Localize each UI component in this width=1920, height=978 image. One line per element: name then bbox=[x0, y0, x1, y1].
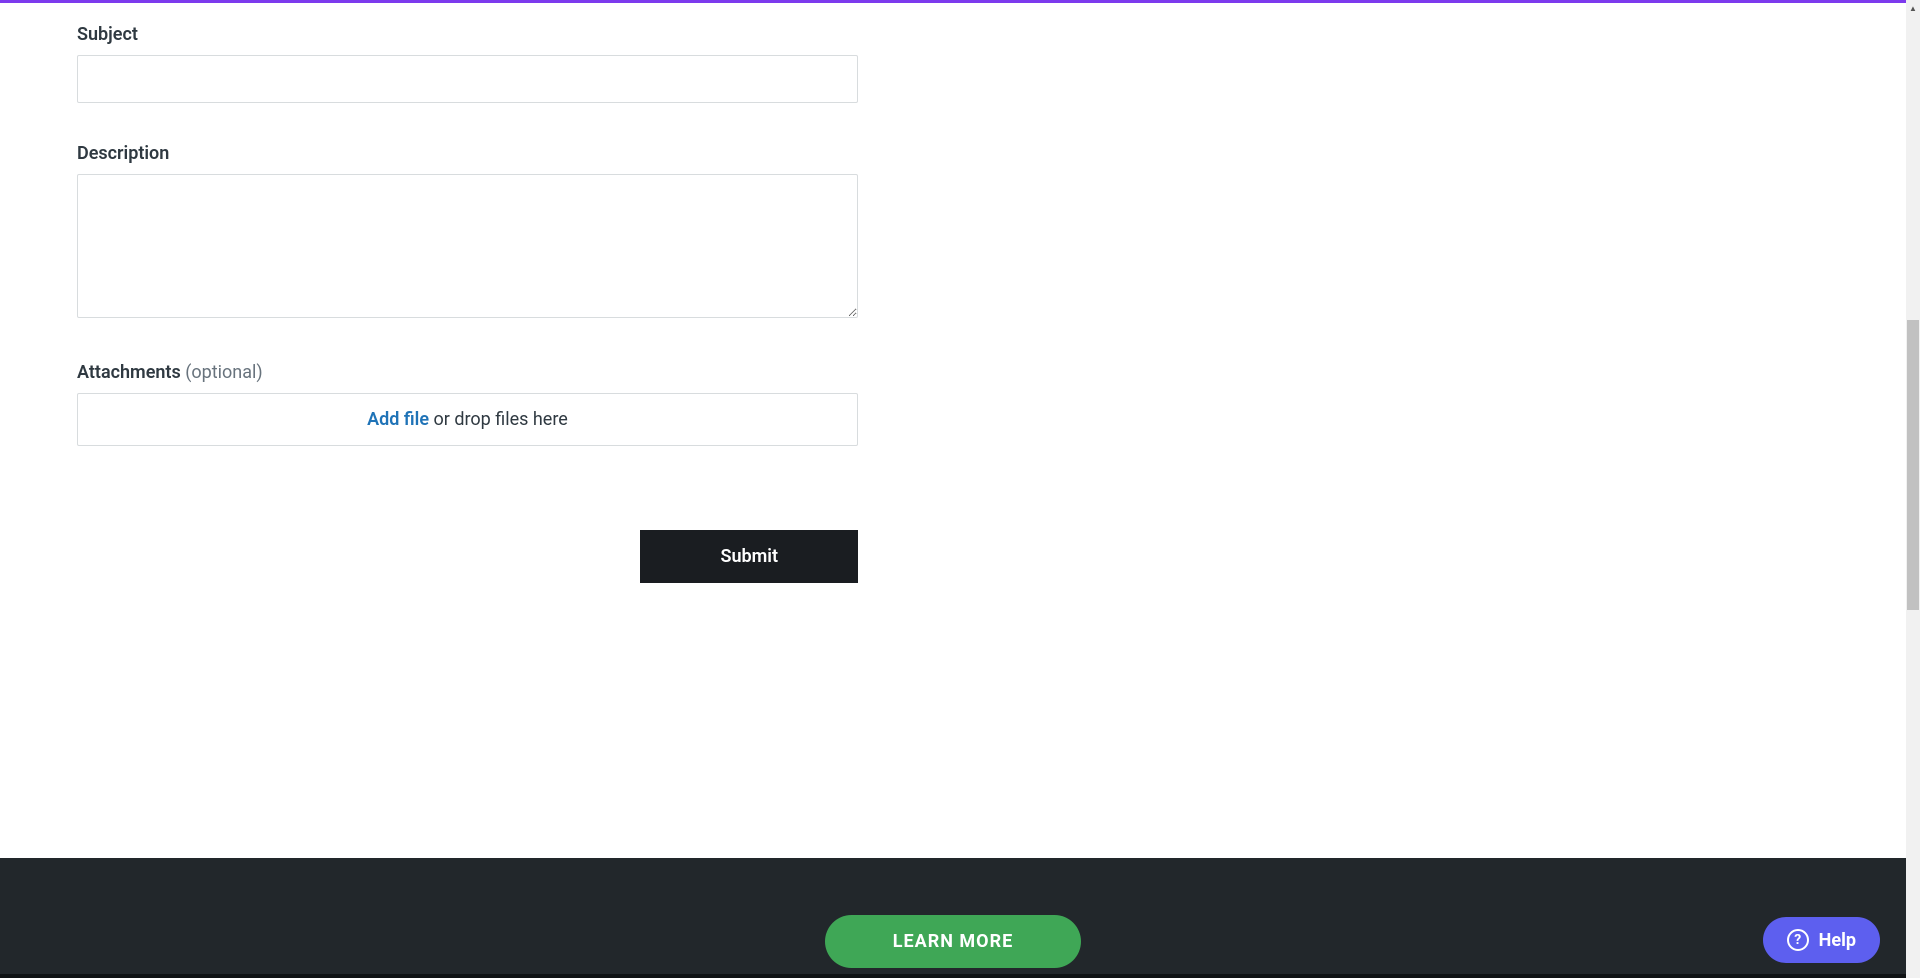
attachments-label: Attachments (optional) bbox=[77, 362, 858, 383]
description-field-group: Description bbox=[77, 143, 858, 322]
footer-bottom-stripe bbox=[0, 974, 1906, 978]
subject-field-group: Subject bbox=[77, 24, 858, 103]
scrollbar-track[interactable]: ▲ bbox=[1906, 0, 1920, 978]
drop-files-hint: or drop files here bbox=[429, 409, 568, 430]
subject-label: Subject bbox=[77, 24, 858, 45]
top-accent-border bbox=[0, 0, 1906, 3]
attachments-label-text: Attachments bbox=[77, 362, 181, 383]
learn-more-button[interactable]: LEARN MORE bbox=[825, 915, 1082, 968]
description-textarea[interactable] bbox=[77, 174, 858, 318]
subject-input[interactable] bbox=[77, 55, 858, 103]
help-label: Help bbox=[1819, 930, 1856, 951]
question-mark-icon: ? bbox=[1787, 929, 1809, 951]
page-footer: LEARN MORE bbox=[0, 858, 1906, 978]
scrollbar-up-button[interactable]: ▲ bbox=[1906, 0, 1920, 17]
submit-button[interactable]: Submit bbox=[640, 530, 858, 583]
description-label: Description bbox=[77, 143, 858, 164]
attachments-field-group: Attachments (optional) Add file or drop … bbox=[77, 362, 858, 446]
submit-row: Submit bbox=[77, 530, 858, 583]
add-file-link[interactable]: Add file bbox=[367, 409, 429, 430]
form-container: Subject Description Attachments (optiona… bbox=[0, 0, 935, 583]
attachments-optional-text: (optional) bbox=[185, 362, 262, 383]
attachments-dropzone[interactable]: Add file or drop files here bbox=[77, 393, 858, 446]
help-widget-button[interactable]: ? Help bbox=[1763, 917, 1880, 963]
scrollbar-thumb[interactable] bbox=[1907, 320, 1919, 610]
